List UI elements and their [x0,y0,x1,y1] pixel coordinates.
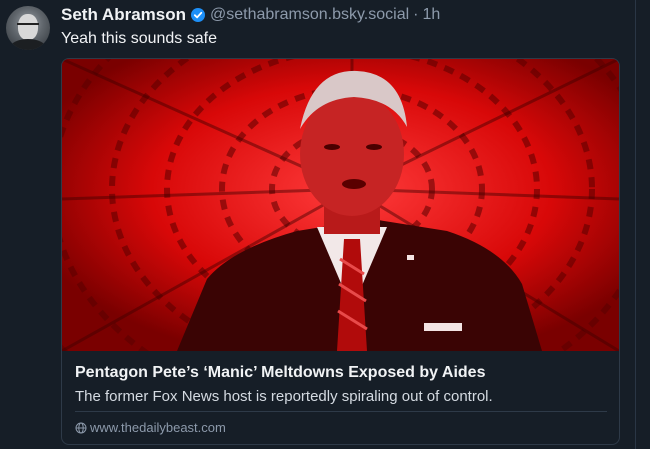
post-time[interactable]: 1h [422,6,440,24]
card-title[interactable]: Pentagon Pete’s ‘Manic’ Meltdowns Expose… [75,364,485,382]
globe-icon [75,422,87,433]
author-name[interactable]: Seth Abramson [61,5,186,25]
column-divider [635,0,636,449]
avatar-shoulders [10,39,46,50]
verified-badge-icon [191,8,206,22]
card-image[interactable] [62,59,619,351]
avatar-glasses [17,23,39,30]
link-card[interactable]: Pentagon Pete’s ‘Manic’ Meltdowns Expose… [61,58,620,445]
post-text: Yeah this sounds safe [61,30,217,47]
card-domain-row: www.thedailybeast.com [75,420,226,435]
avatar[interactable] [6,6,50,50]
card-domain: www.thedailybeast.com [90,420,226,435]
post-header: Seth Abramson @sethabramson.bsky.social … [61,4,440,26]
author-handle[interactable]: @sethabramson.bsky.social [210,6,409,24]
spiral-photo-illustration [62,59,619,351]
separator-dot: · [413,6,419,23]
card-description: The former Fox News host is reportedly s… [75,388,493,405]
card-divider [75,411,607,412]
post[interactable]: Seth Abramson @sethabramson.bsky.social … [0,0,650,449]
